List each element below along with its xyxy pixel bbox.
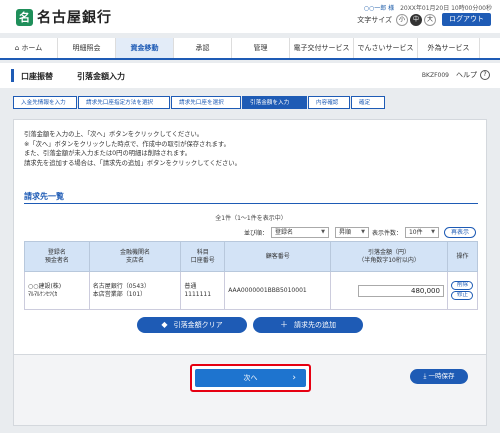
per-page-label: 表示件数： bbox=[371, 230, 402, 237]
clear-amount-label: 引落金額クリア bbox=[173, 321, 223, 329]
add-payer-label: 請求先の追加 bbox=[294, 321, 336, 329]
cell-amount: 480,000 bbox=[330, 271, 448, 310]
nav-forex[interactable]: 外為サービス bbox=[418, 38, 480, 58]
download-icon: ⤓ bbox=[423, 372, 427, 380]
delete-button[interactable]: 削除 bbox=[451, 281, 474, 290]
action-bar: 次へ › ⤓ 一時保存 bbox=[14, 355, 486, 425]
chevron-right-icon: › bbox=[292, 373, 296, 383]
next-button-highlight: 次へ › bbox=[190, 364, 311, 392]
nav-statement[interactable]: 明細照会 bbox=[58, 38, 116, 58]
plus-icon: ＋ bbox=[280, 320, 288, 329]
nav-home-label: ホーム bbox=[21, 44, 43, 52]
page-title: 引落金額入力 bbox=[77, 72, 125, 81]
payer-table: 登録名 預金者名 金融機関名 支店名 科目 口座番号 顧客番号 引落金額（円） … bbox=[24, 241, 479, 310]
section-title: 請求先一覧 bbox=[24, 192, 64, 201]
nav-densai[interactable]: でんさいサービス bbox=[354, 38, 418, 58]
step-confirm: 内容確認 bbox=[308, 96, 350, 109]
instruction-line: 引落金額を入力の上、「次へ」ボタンをクリックしてください。 bbox=[24, 131, 204, 138]
nav-approval[interactable]: 承認 bbox=[174, 38, 232, 58]
chevron-down-icon: ▼ bbox=[321, 229, 325, 235]
instruction-line: ※「次へ」ボタンをクリックした時点で、作成中の取引が保存されます。 bbox=[24, 140, 230, 148]
title-accent-bar bbox=[11, 69, 14, 82]
add-payer-button[interactable]: ＋ 請求先の追加 bbox=[253, 317, 363, 333]
sort-field-select[interactable]: 登録名 ▼ bbox=[270, 227, 329, 238]
col-header-operation: 操作 bbox=[446, 241, 479, 272]
header: 名 名古屋銀行 ○○一郎 様 20XX年01月20日 10時00分00秒 文字サ… bbox=[0, 0, 500, 33]
global-nav: ⌂ ホーム 明細照会 資金移動 承認 管理 電子交付サービス でんさいサービス … bbox=[0, 38, 500, 60]
step-indicator: 入金先情報を入力 請求先口座指定方法を選択 請求先口座を選択 引落金額を入力 内… bbox=[13, 96, 386, 109]
result-count: 全1件（1～1件を表示中） bbox=[215, 215, 287, 222]
help-icon: ? bbox=[480, 70, 490, 80]
help-label: ヘルプ bbox=[456, 71, 477, 79]
sort-field-value: 登録名 bbox=[274, 229, 293, 236]
nav-home[interactable]: ⌂ ホーム bbox=[0, 38, 58, 58]
bank-logo[interactable]: 名 名古屋銀行 bbox=[16, 7, 112, 27]
cell-bank: 名古屋銀行（0543） 本店営業部（101） bbox=[88, 271, 182, 310]
col-header-amount: 引落金額（円） （半角数字10桁以内） bbox=[330, 241, 448, 272]
last-login-time: 20XX年01月20日 10時00分00秒 bbox=[400, 5, 492, 12]
cell-registered-name: ○○建設(株) ﾏﾙﾏﾙｹﾝｾﾂ(ｶ bbox=[24, 271, 90, 310]
sort-order-value: 昇順 bbox=[338, 229, 351, 236]
home-icon: ⌂ bbox=[14, 44, 20, 52]
cell-operation: 削除 修正 bbox=[446, 271, 479, 310]
edit-button[interactable]: 修正 bbox=[451, 291, 474, 300]
instruction-line: また、引落金額が未入力または0円の明細は削除されます。 bbox=[24, 150, 192, 157]
per-page-value: 10件 bbox=[408, 229, 423, 236]
step-payee-info: 入金先情報を入力 bbox=[13, 96, 77, 109]
user-name: ○○一郎 様 bbox=[363, 5, 395, 12]
next-button[interactable]: 次へ › bbox=[195, 369, 306, 387]
font-size-small-button[interactable]: 小 bbox=[396, 13, 408, 26]
font-size-medium-button[interactable]: 中 bbox=[410, 13, 422, 26]
nav-fund-transfer[interactable]: 資金移動 bbox=[116, 38, 174, 58]
amount-input[interactable]: 480,000 bbox=[357, 284, 444, 297]
temp-save-button[interactable]: ⤓ 一時保存 bbox=[410, 369, 468, 384]
list-controls: 並び順： 登録名 ▼ 昇順 ▼ 表示件数： 10件 ▼ 再表示 bbox=[244, 227, 476, 238]
section-divider bbox=[24, 203, 478, 204]
sort-label: 並び順： bbox=[243, 230, 268, 237]
screen-id: BKZF009 bbox=[421, 72, 449, 79]
table-row: ○○建設(株) ﾏﾙﾏﾙｹﾝｾﾂ(ｶ 名古屋銀行（0543） 本店営業部（101… bbox=[24, 271, 479, 310]
clear-amount-button[interactable]: ◆ 引落金額クリア bbox=[137, 317, 247, 333]
user-info: ○○一郎 様 20XX年01月20日 10時00分00秒 bbox=[364, 3, 492, 12]
font-size-label: 文字サイズ bbox=[357, 15, 392, 24]
main-panel: 引落金額を入力の上、「次へ」ボタンをクリックしてください。 ※「次へ」ボタンをク… bbox=[13, 119, 487, 426]
table-header-row: 登録名 預金者名 金融機関名 支店名 科目 口座番号 顧客番号 引落金額（円） … bbox=[24, 241, 479, 272]
step-enter-amount: 引落金額を入力 bbox=[242, 96, 307, 109]
chevron-down-icon: ▼ bbox=[361, 229, 365, 235]
cell-account: 普通 1111111 bbox=[180, 271, 226, 310]
cell-customer-no: AAA0000001BBB5010001 bbox=[224, 271, 332, 310]
step-select-account: 請求先口座を選択 bbox=[171, 96, 241, 109]
sort-order-select[interactable]: 昇順 ▼ bbox=[334, 227, 369, 238]
instruction-message: 引落金額を入力の上、「次へ」ボタンをクリックしてください。 ※「次へ」ボタンをク… bbox=[24, 130, 241, 168]
nav-e-delivery[interactable]: 電子交付サービス bbox=[290, 38, 354, 58]
redisplay-button[interactable]: 再表示 bbox=[443, 227, 476, 238]
page-category: 口座振替 bbox=[21, 72, 53, 81]
per-page-select[interactable]: 10件 ▼ bbox=[404, 227, 439, 238]
font-size-controls: 文字サイズ 小 中 大 ログアウト bbox=[357, 13, 491, 26]
col-header-customer-no: 顧客番号 bbox=[224, 241, 332, 272]
logout-button[interactable]: ログアウト bbox=[442, 13, 491, 26]
instruction-line: 請求先を追加する場合は、「請求先の追加」ボタンをクリックしてください。 bbox=[24, 159, 241, 167]
col-header-registered-name: 登録名 預金者名 bbox=[24, 241, 90, 272]
font-size-large-button[interactable]: 大 bbox=[424, 13, 436, 26]
col-header-account: 科目 口座番号 bbox=[180, 241, 226, 272]
page-titlebar: 口座振替 引落金額入力 BKZF009 ヘルプ ? bbox=[0, 63, 500, 88]
step-account-method: 請求先口座指定方法を選択 bbox=[78, 96, 170, 109]
help-link[interactable]: ヘルプ ? bbox=[456, 70, 490, 80]
bank-name: 名古屋銀行 bbox=[37, 10, 112, 26]
next-label: 次へ bbox=[243, 374, 258, 382]
chevron-down-icon: ▼ bbox=[431, 229, 435, 235]
eraser-icon: ◆ bbox=[161, 320, 168, 329]
col-header-bank: 金融機関名 支店名 bbox=[88, 241, 182, 272]
bank-logo-mark: 名 bbox=[16, 8, 33, 26]
temp-save-label: 一時保存 bbox=[428, 372, 455, 380]
step-complete: 確定 bbox=[351, 96, 385, 109]
nav-admin[interactable]: 管理 bbox=[232, 38, 290, 58]
